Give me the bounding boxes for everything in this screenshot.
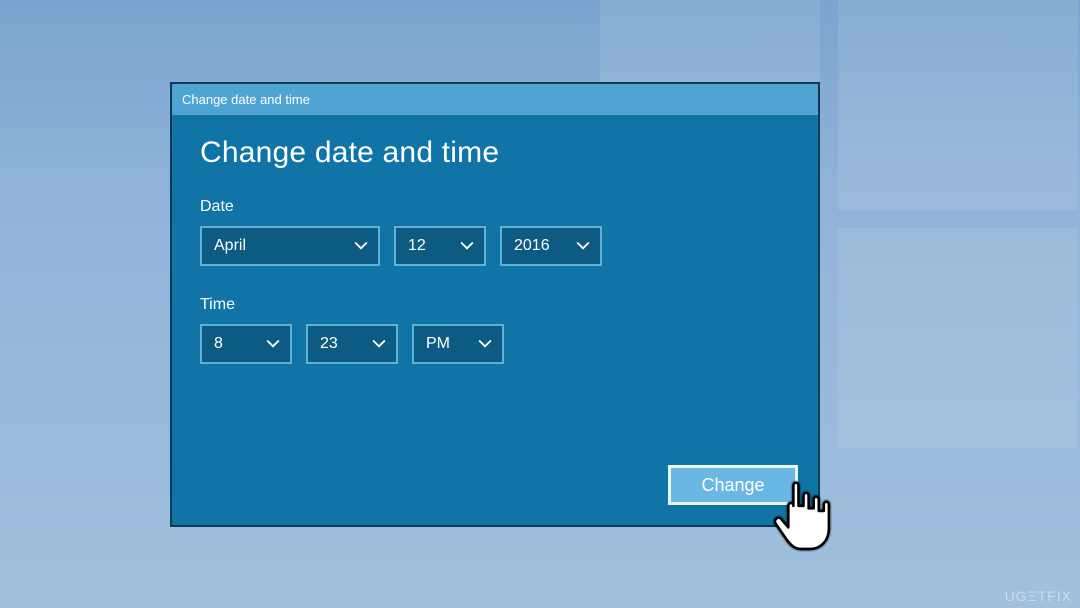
dialog-titlebar: Change date and time: [172, 84, 818, 116]
day-dropdown-value: 12: [408, 237, 426, 255]
dialog-heading: Change date and time: [200, 136, 790, 170]
chevron-down-icon: [576, 239, 590, 253]
change-date-time-dialog: Change date and time Change date and tim…: [170, 82, 820, 527]
chevron-down-icon: [478, 337, 492, 351]
hour-dropdown[interactable]: 8: [200, 324, 292, 364]
minute-dropdown-value: 23: [320, 335, 338, 353]
year-dropdown-value: 2016: [514, 237, 550, 255]
change-button[interactable]: Change: [668, 465, 798, 505]
change-button-label: Change: [701, 475, 764, 496]
year-dropdown[interactable]: 2016: [500, 226, 602, 266]
minute-dropdown[interactable]: 23: [306, 324, 398, 364]
dialog-title: Change date and time: [182, 92, 310, 107]
hour-dropdown-value: 8: [214, 335, 223, 353]
month-dropdown-value: April: [214, 237, 246, 255]
time-row: 8 23 PM: [200, 324, 790, 364]
chevron-down-icon: [372, 337, 386, 351]
watermark: UGΞTFIX: [1005, 588, 1072, 604]
chevron-down-icon: [460, 239, 474, 253]
period-dropdown-value: PM: [426, 335, 450, 353]
date-row: April 12 2016: [200, 226, 790, 266]
chevron-down-icon: [354, 239, 368, 253]
day-dropdown[interactable]: 12: [394, 226, 486, 266]
month-dropdown[interactable]: April: [200, 226, 380, 266]
period-dropdown[interactable]: PM: [412, 324, 504, 364]
time-section-label: Time: [200, 296, 790, 314]
chevron-down-icon: [266, 337, 280, 351]
date-section-label: Date: [200, 198, 790, 216]
